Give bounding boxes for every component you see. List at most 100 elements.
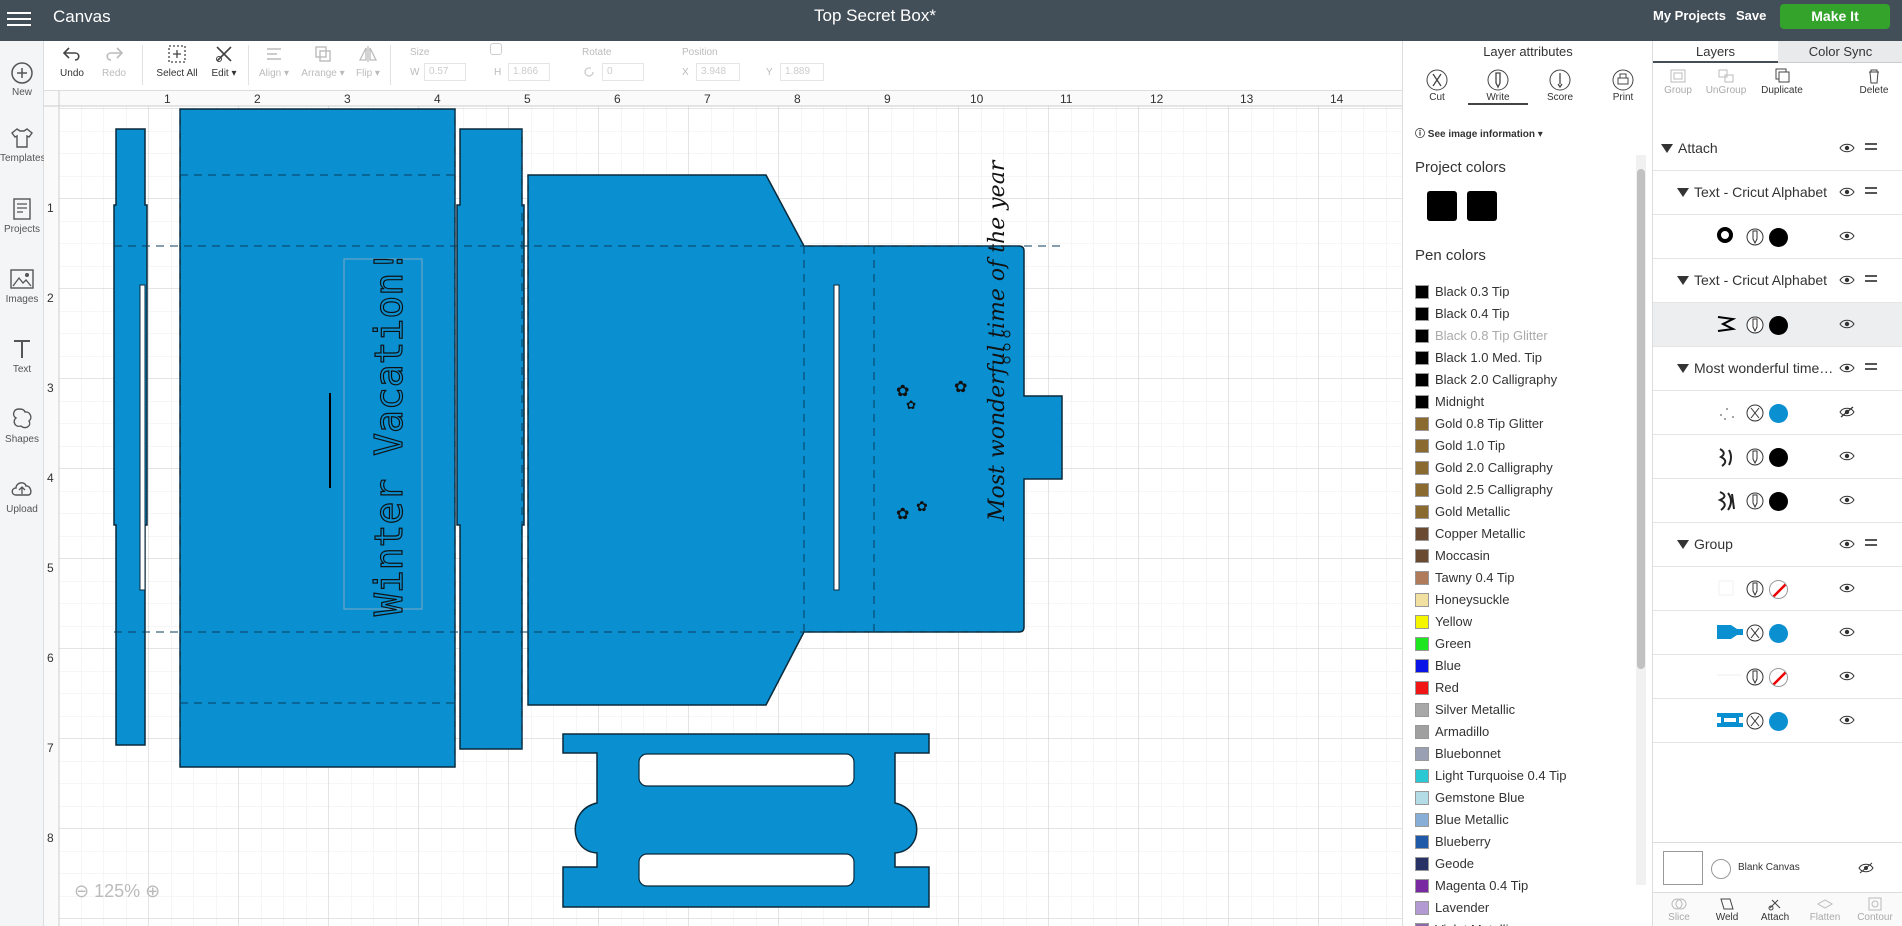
blank-canvas-color[interactable] (1711, 859, 1731, 879)
eye-hidden-icon[interactable] (1839, 405, 1855, 421)
pen-color-item[interactable]: Magenta 0.4 Tip (1415, 875, 1635, 897)
expand-triangle-icon[interactable] (1677, 188, 1689, 197)
nav-templates[interactable]: Templates (0, 125, 46, 164)
pen-color-item[interactable]: Gold 0.8 Tip Glitter (1415, 413, 1635, 435)
zoom-control[interactable]: ⊖ 125% ⊕ (74, 881, 160, 902)
pen-color-item[interactable]: Lavender (1415, 897, 1635, 919)
drag-handle-icon[interactable] (1865, 143, 1877, 153)
flip-button[interactable]: Flip ▾ (350, 43, 386, 79)
no-color-swatch[interactable] (1769, 580, 1788, 599)
pen-color-item[interactable]: Armadillo (1415, 721, 1635, 743)
expand-triangle-icon[interactable] (1677, 540, 1689, 549)
duplicate-button[interactable]: Duplicate (1757, 65, 1807, 96)
pen-color-item[interactable]: Gemstone Blue (1415, 787, 1635, 809)
attr-write-button[interactable]: Write (1478, 69, 1518, 103)
drag-handle-icon[interactable] (1865, 187, 1877, 197)
layer-item-row[interactable] (1653, 215, 1902, 259)
select-all-button[interactable]: Select All (152, 43, 202, 79)
save-button[interactable]: Save (1736, 8, 1766, 23)
eye-icon[interactable] (1839, 317, 1855, 333)
pen-icon[interactable] (1746, 448, 1766, 472)
pen-color-item[interactable]: Tawny 0.4 Tip (1415, 567, 1635, 589)
edit-button[interactable]: Edit ▾ (204, 43, 244, 79)
pen-color-item[interactable]: Blueberry (1415, 831, 1635, 853)
tab-layers[interactable]: Layers (1653, 41, 1778, 63)
layer-item-row[interactable] (1653, 435, 1902, 479)
pen-color-item[interactable]: Black 0.4 Tip (1415, 303, 1635, 325)
eye-icon[interactable] (1839, 273, 1855, 289)
delete-button[interactable]: Delete (1849, 65, 1899, 96)
align-button[interactable]: Align ▾ (254, 43, 294, 79)
layer-color-swatch[interactable] (1769, 316, 1788, 335)
ungroup-button[interactable]: UnGroup (1701, 65, 1751, 96)
pen-icon[interactable] (1746, 492, 1766, 516)
pen-color-item[interactable]: Midnight (1415, 391, 1635, 413)
pen-color-item[interactable]: Green (1415, 633, 1635, 655)
make-it-button[interactable]: Make It (1780, 4, 1890, 29)
eye-icon[interactable] (1839, 537, 1855, 553)
layer-item-row[interactable] (1653, 479, 1902, 523)
attr-cut-button[interactable]: Cut (1417, 69, 1457, 103)
eye-icon[interactable] (1839, 229, 1855, 245)
layer-item-row[interactable] (1653, 567, 1902, 611)
eye-icon[interactable] (1839, 361, 1855, 377)
pen-color-item[interactable]: Gold 1.0 Tip (1415, 435, 1635, 457)
layer-group-row[interactable]: Attach (1653, 127, 1902, 171)
expand-triangle-icon[interactable] (1677, 276, 1689, 285)
width-input[interactable]: 0.57 (424, 63, 466, 81)
y-input[interactable]: 1.889 (780, 63, 824, 81)
layer-group-row[interactable]: Text - Cricut Alphabet (1653, 259, 1902, 303)
layer-item-row[interactable] (1653, 699, 1902, 743)
scissors-icon[interactable] (1746, 404, 1766, 428)
eye-icon[interactable] (1839, 185, 1855, 201)
pen-color-item[interactable]: Black 0.3 Tip (1415, 281, 1635, 303)
pen-icon[interactable] (1746, 668, 1766, 692)
scissors-icon[interactable] (1746, 624, 1766, 648)
pen-color-item[interactable]: Yellow (1415, 611, 1635, 633)
expand-triangle-icon[interactable] (1661, 144, 1673, 153)
layer-color-swatch[interactable] (1769, 492, 1788, 511)
my-projects-link[interactable]: My Projects (1653, 8, 1726, 23)
layer-group-row[interactable]: Most wonderful time… (1653, 347, 1902, 391)
flatten-button[interactable]: Flatten (1801, 894, 1849, 923)
pen-color-item[interactable]: Honeysuckle (1415, 589, 1635, 611)
layer-group-row[interactable]: Group (1653, 523, 1902, 567)
layer-item-row[interactable] (1653, 655, 1902, 699)
lock-icon[interactable] (490, 43, 502, 55)
scrollbar-thumb[interactable] (1637, 169, 1645, 669)
layer-color-swatch[interactable] (1769, 624, 1788, 643)
slice-button[interactable]: Slice (1655, 894, 1703, 923)
undo-button[interactable]: Undo (52, 43, 92, 79)
nav-new[interactable]: New (0, 61, 44, 98)
layer-color-swatch[interactable] (1769, 404, 1788, 423)
attributes-scrollbar[interactable] (1636, 155, 1646, 885)
pen-color-item[interactable]: Black 2.0 Calligraphy (1415, 369, 1635, 391)
pen-color-item[interactable]: Gold Metallic (1415, 501, 1635, 523)
eye-icon[interactable] (1839, 625, 1855, 641)
nav-shapes[interactable]: Shapes (0, 406, 44, 445)
layer-color-swatch[interactable] (1769, 228, 1788, 247)
drag-handle-icon[interactable] (1865, 363, 1877, 373)
tab-color-sync[interactable]: Color Sync (1778, 41, 1902, 63)
nav-projects[interactable]: Projects (0, 196, 44, 235)
pen-icon[interactable] (1746, 580, 1766, 604)
pen-color-item[interactable]: Geode (1415, 853, 1635, 875)
pen-color-item[interactable]: Violet Metallic (1415, 919, 1635, 926)
blank-canvas-swatch[interactable] (1663, 851, 1703, 885)
pen-color-item[interactable]: Light Turquoise 0.4 Tip (1415, 765, 1635, 787)
pen-color-item[interactable]: Gold 2.5 Calligraphy (1415, 479, 1635, 501)
redo-button[interactable]: Redo (94, 43, 134, 79)
pen-color-item[interactable]: Blue Metallic (1415, 809, 1635, 831)
expand-triangle-icon[interactable] (1677, 364, 1689, 373)
eye-icon[interactable] (1839, 669, 1855, 685)
pen-color-item[interactable]: Red (1415, 677, 1635, 699)
eye-icon[interactable] (1839, 493, 1855, 509)
drag-handle-icon[interactable] (1865, 539, 1877, 549)
eye-icon[interactable] (1839, 449, 1855, 465)
eye-hidden-icon[interactable] (1858, 862, 1874, 874)
project-color-swatch[interactable] (1467, 191, 1497, 221)
height-input[interactable]: 1.866 (508, 63, 550, 81)
scissors-icon[interactable] (1746, 712, 1766, 736)
attach-button[interactable]: Attach (1751, 894, 1799, 923)
group-button[interactable]: Group (1653, 65, 1703, 96)
